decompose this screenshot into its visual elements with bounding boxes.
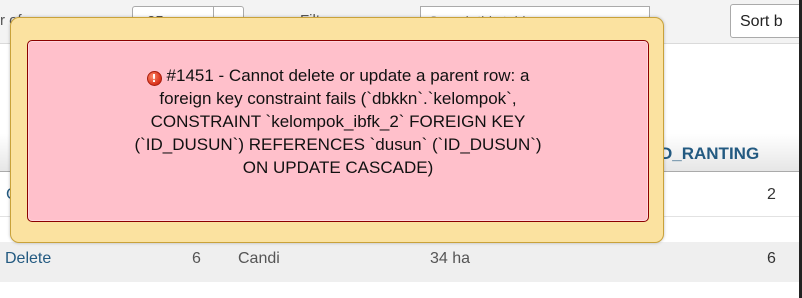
error-icon: ! [146,71,162,86]
row-id-cell: 6 [192,250,201,267]
sort-select[interactable]: Sort b [730,4,802,38]
error-dialog[interactable]: ! #1451 - Cannot delete or update a paren… [10,17,664,243]
error-line: ON UPDATE CASCADE) [242,158,434,177]
error-line-text: #1451 - Cannot delete or update a parent… [166,66,530,85]
error-line: (`ID_DUSUN`) REFERENCES `dusun` (`ID_DUS… [134,135,542,154]
table-row: Delete 6 Candi 34 ha 6 [0,242,802,282]
row-name-cell: Candi [238,250,280,267]
error-line: CONSTRAINT `kelompok_ibfk_2` FOREIGN KEY [150,112,526,131]
column-header-id-ranting[interactable]: D_RANTING [660,144,759,164]
row-id-ranting-cell: 2 [767,186,776,203]
sort-label: Sort b [740,13,783,30]
error-message-text: ! #1451 - Cannot delete or update a paren… [28,64,648,179]
error-message-box: ! #1451 - Cannot delete or update a paren… [27,40,649,222]
row-area-cell: 34 ha [430,250,471,267]
error-line: foreign key constraint fails (`dbkkn`.`k… [159,89,517,108]
delete-link[interactable]: Delete [5,250,51,268]
error-line: ! #1451 - Cannot delete or update a paren… [28,64,648,87]
row-id-ranting-cell: 6 [767,250,776,267]
